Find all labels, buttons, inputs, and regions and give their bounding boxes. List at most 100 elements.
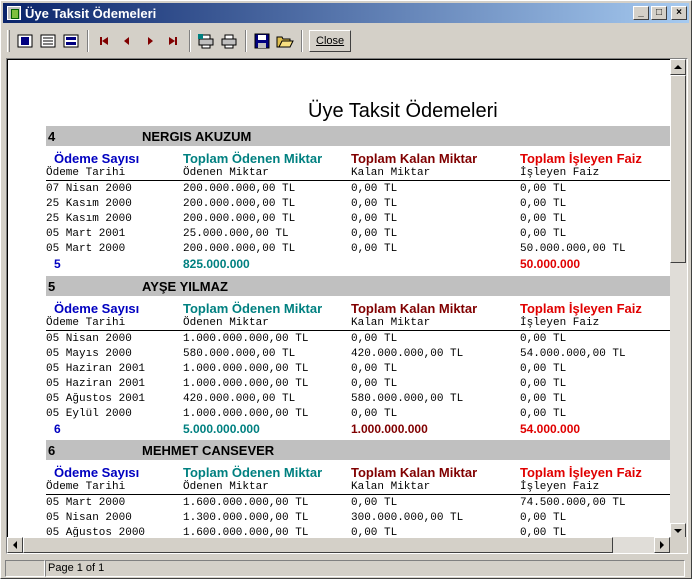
member-id: 6 bbox=[48, 442, 56, 458]
page-width-icon bbox=[63, 34, 79, 48]
close-preview-button[interactable]: Close bbox=[309, 30, 352, 52]
payment-row: 05 Nisan 2000 1.300.000.000,00 TL 300.000.… bbox=[46, 510, 670, 525]
interest-amount: 0,00 TL bbox=[520, 182, 567, 195]
paid-amount: 1.000.000.000,00 TL bbox=[183, 407, 309, 420]
single-page-icon bbox=[17, 34, 33, 48]
remaining-amount: 0,00 TL bbox=[351, 212, 398, 225]
scroll-up-button[interactable] bbox=[670, 59, 686, 75]
group-header: 4 NERGIS AKUZUM bbox=[46, 126, 670, 146]
remaining-amount: 0,00 TL bbox=[351, 332, 398, 345]
payment-date: 05 Mart 2001 bbox=[46, 227, 126, 240]
paid-amount: 1.300.000.000,00 TL bbox=[183, 511, 309, 524]
vertical-scroll-thumb[interactable] bbox=[670, 75, 686, 263]
interest-amount: 0,00 TL bbox=[520, 511, 567, 524]
prev-page-button[interactable] bbox=[116, 30, 138, 52]
toolbar-separator bbox=[87, 30, 89, 52]
minimize-button[interactable]: _ bbox=[633, 6, 649, 20]
remaining-amount: 0,00 TL bbox=[351, 197, 398, 210]
remaining-amount: 300.000.000,00 TL bbox=[351, 511, 464, 524]
last-page-button[interactable] bbox=[162, 30, 184, 52]
vertical-scrollbar[interactable] bbox=[670, 59, 687, 539]
payment-row: 07 Nisan 2000 200.000.000,00 TL 0,00 TL 0,0… bbox=[46, 181, 670, 196]
paid-amount: 200.000.000,00 TL bbox=[183, 197, 296, 210]
subheading-date: Ödeme Tarihi bbox=[46, 317, 126, 329]
report-title: Üye Taksit Ödemeleri bbox=[308, 100, 498, 122]
toolbar-separator bbox=[189, 30, 191, 52]
total-interest: 54.000.000 bbox=[520, 421, 581, 436]
heading-count: Ödeme Sayısı bbox=[54, 151, 140, 166]
last-page-icon bbox=[169, 37, 177, 45]
payment-date: 05 Eylül 2000 bbox=[46, 407, 132, 420]
first-page-button[interactable] bbox=[93, 30, 115, 52]
member-id: 5 bbox=[48, 278, 56, 294]
remaining-amount: 0,00 TL bbox=[351, 496, 398, 509]
horizontal-scrollbar[interactable] bbox=[7, 537, 672, 553]
scroll-right-button[interactable] bbox=[654, 537, 670, 553]
app-icon[interactable] bbox=[7, 6, 21, 20]
subheading-interest: İşleyen Faiz bbox=[520, 167, 600, 179]
subheading-date: Ödeme Tarihi bbox=[46, 167, 126, 179]
save-button[interactable] bbox=[251, 30, 273, 52]
payment-date: 05 Nisan 2000 bbox=[46, 332, 132, 345]
payment-date: 05 Nisan 2000 bbox=[46, 511, 132, 524]
total-count: 5 bbox=[54, 256, 61, 271]
payment-row: 05 Mart 2001 25.000.000,00 TL 0,00 TL 0,00 … bbox=[46, 226, 670, 241]
column-subheadings: Ödeme Tarihi Ödenen Miktar Kalan Miktar İşl… bbox=[46, 166, 670, 181]
arrow-right-icon bbox=[660, 541, 664, 549]
printer-setup-button[interactable] bbox=[195, 30, 217, 52]
payment-date: 07 Nisan 2000 bbox=[46, 182, 132, 195]
payment-row: 25 Kasım 2000 200.000.000,00 TL 0,00 TL 0,0… bbox=[46, 196, 670, 211]
payment-date: 05 Mayıs 2000 bbox=[46, 347, 132, 360]
heading-count: Ödeme Sayısı bbox=[54, 465, 140, 480]
heading-remaining: Toplam Kalan Miktar bbox=[351, 465, 478, 480]
total-count: 6 bbox=[54, 421, 61, 436]
remaining-amount: 580.000.000,00 TL bbox=[351, 392, 464, 405]
payment-date: 25 Kasım 2000 bbox=[46, 212, 132, 225]
next-page-button[interactable] bbox=[139, 30, 161, 52]
subheading-paid: Ödenen Miktar bbox=[183, 167, 269, 179]
page-width-button[interactable] bbox=[60, 30, 82, 52]
scroll-left-button[interactable] bbox=[7, 537, 23, 553]
payment-row: 05 Ağustos 2001 420.000.000,00 TL 580.000.… bbox=[46, 391, 670, 406]
print-icon bbox=[221, 34, 237, 49]
horizontal-scroll-thumb[interactable] bbox=[23, 537, 613, 553]
paid-amount: 1.600.000.000,00 TL bbox=[183, 496, 309, 509]
toolbar-separator bbox=[245, 30, 247, 52]
heading-count: Ödeme Sayısı bbox=[54, 301, 140, 316]
title-bar[interactable]: Üye Taksit Ödemeleri _ □ × bbox=[3, 3, 689, 23]
multi-page-button[interactable] bbox=[37, 30, 59, 52]
total-paid: 825.000.000 bbox=[183, 256, 250, 271]
open-button[interactable] bbox=[274, 30, 296, 52]
interest-amount: 0,00 TL bbox=[520, 377, 567, 390]
print-button[interactable] bbox=[218, 30, 240, 52]
total-remaining: 1.000.000.000 bbox=[351, 421, 428, 436]
toolbar: Close bbox=[5, 27, 689, 55]
subheading-paid: Ödenen Miktar bbox=[183, 317, 269, 329]
column-headings: Ödeme Sayısı Toplam Ödenen Miktar Toplam K… bbox=[46, 146, 670, 166]
toolbar-grip[interactable] bbox=[7, 30, 10, 52]
subheading-remaining: Kalan Miktar bbox=[351, 317, 431, 329]
multi-page-icon bbox=[40, 34, 56, 48]
arrow-down-icon bbox=[674, 529, 682, 533]
payment-date: 05 Ağustos 2001 bbox=[46, 392, 146, 405]
group-totals: 5 825.000.000 50.000.000 bbox=[46, 256, 670, 271]
payment-row: 05 Eylül 2000 1.000.000.000,00 TL 0,00 TL 0… bbox=[46, 406, 670, 421]
member-name: NERGIS AKUZUM bbox=[142, 128, 252, 144]
remaining-amount: 420.000.000,00 TL bbox=[351, 347, 464, 360]
heading-paid: Toplam Ödenen Miktar bbox=[183, 151, 323, 166]
group-header: 6 MEHMET CANSEVER bbox=[46, 440, 670, 460]
maximize-icon: □ bbox=[655, 7, 663, 18]
maximize-button[interactable]: □ bbox=[651, 6, 667, 20]
subheading-remaining: Kalan Miktar bbox=[351, 167, 431, 179]
member-group: 4 NERGIS AKUZUM Ödeme Sayısı Toplam Ödenen … bbox=[46, 126, 670, 271]
paid-amount: 1.000.000.000,00 TL bbox=[183, 362, 309, 375]
single-page-button[interactable] bbox=[14, 30, 36, 52]
interest-amount: 0,00 TL bbox=[520, 227, 567, 240]
first-page-icon bbox=[100, 37, 108, 45]
group-header: 5 AYŞE YILMAZ bbox=[46, 276, 670, 296]
total-interest: 50.000.000 bbox=[520, 256, 581, 271]
close-window-button[interactable]: × bbox=[671, 6, 687, 20]
scrollbar-corner bbox=[670, 537, 687, 553]
prev-page-icon bbox=[124, 37, 129, 45]
payment-date: 05 Mart 2000 bbox=[46, 496, 126, 509]
